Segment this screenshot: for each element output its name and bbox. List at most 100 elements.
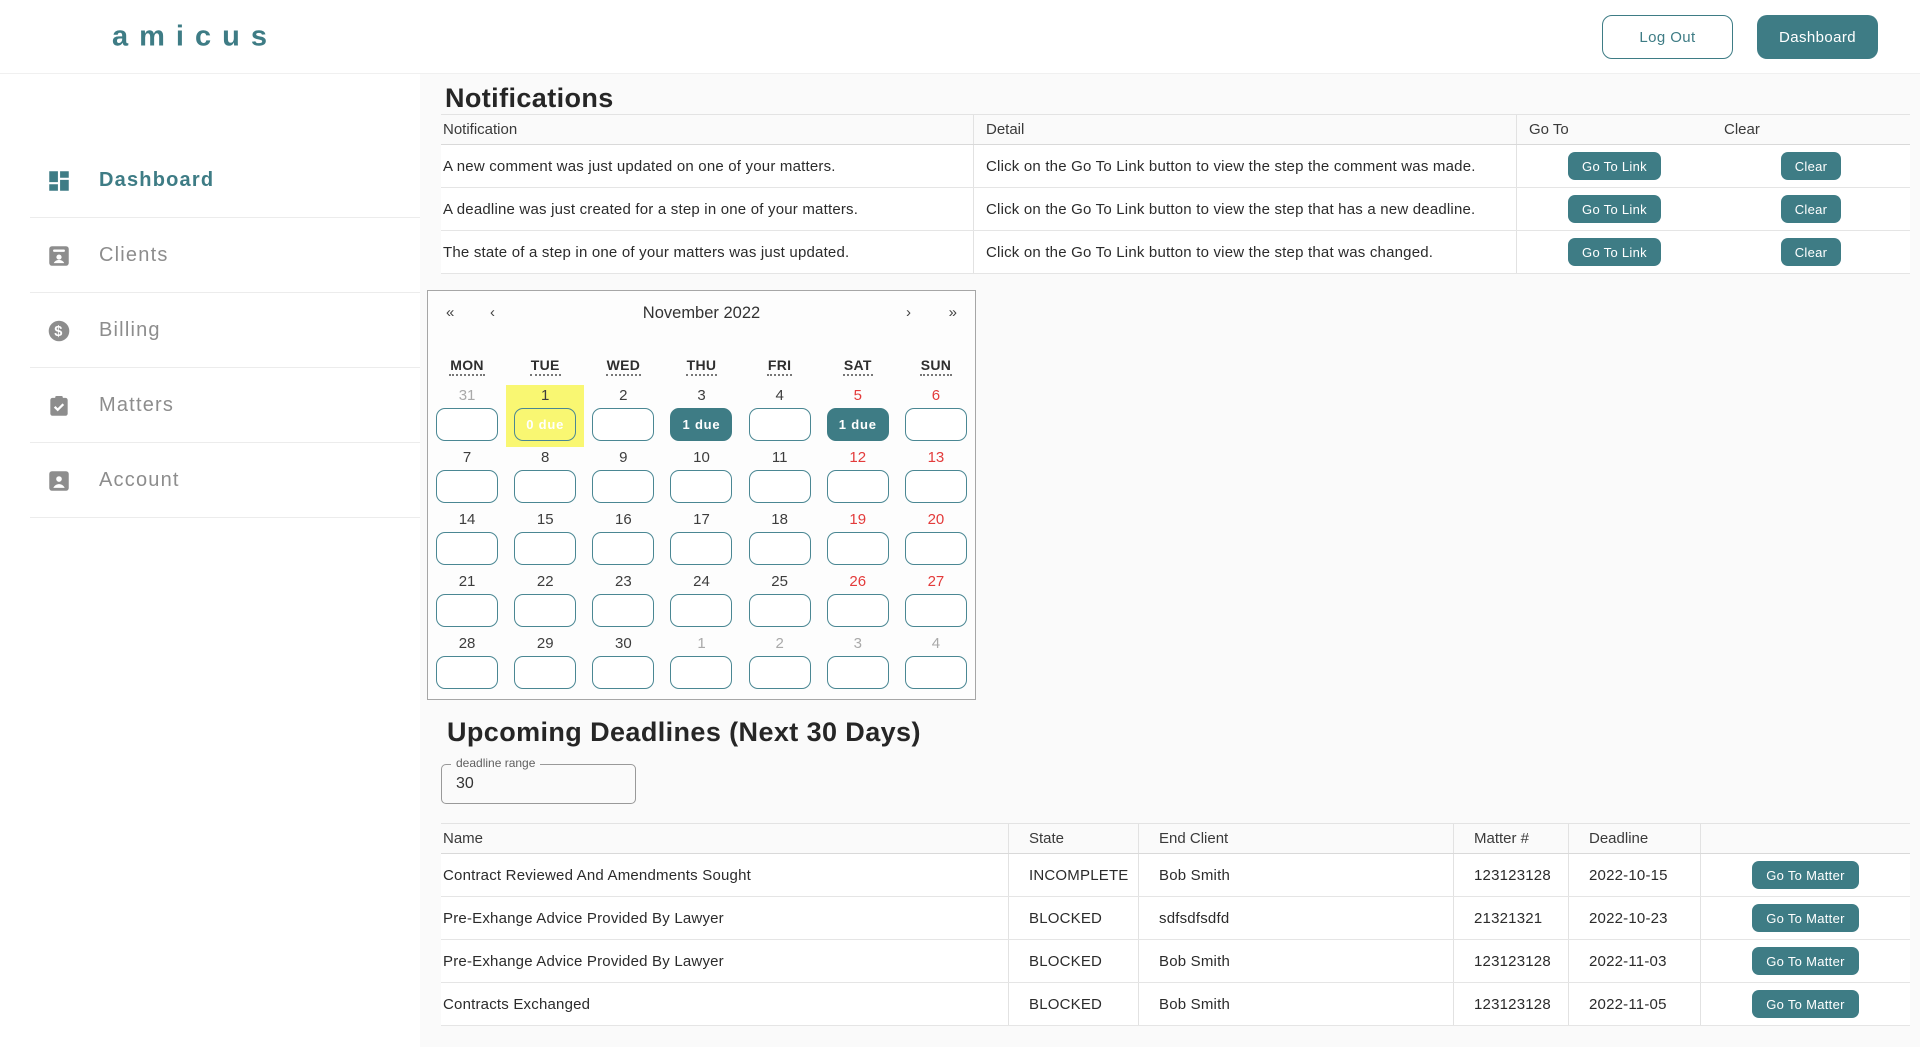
calendar-day-box[interactable] — [905, 656, 967, 689]
calendar-day-number: 3 — [854, 634, 862, 653]
deadline-range-label: deadline range — [451, 756, 540, 770]
deadline-range-input[interactable] — [441, 764, 636, 804]
sidebar-item-dashboard[interactable]: Dashboard — [0, 143, 420, 218]
calendar-day-box[interactable] — [592, 594, 654, 627]
calendar-day-box[interactable] — [592, 470, 654, 503]
calendar-day-box[interactable] — [592, 408, 654, 441]
calendar-day-number: 5 — [854, 386, 862, 405]
deadline-matter-number: 123123128 — [1453, 854, 1568, 896]
calendar-day-number: 8 — [541, 448, 549, 467]
calendar-day-box[interactable] — [905, 470, 967, 503]
sidebar-item-matters[interactable]: Matters — [0, 368, 420, 443]
calendar-day-box[interactable] — [514, 470, 576, 503]
deadline-matter-number: 123123128 — [1453, 940, 1568, 982]
calendar-day: 17 — [662, 509, 740, 571]
calendar-day-box[interactable] — [827, 470, 889, 503]
calendar-day-box[interactable] — [670, 532, 732, 565]
calendar-day-name-cell: WED — [584, 357, 662, 376]
log-out-button[interactable]: Log Out — [1602, 15, 1733, 59]
calendar-day-box[interactable] — [592, 532, 654, 565]
deadline-row: Pre-Exhange Advice Provided By LawyerBLO… — [441, 940, 1910, 983]
calendar-day-name-cell: FRI — [741, 357, 819, 376]
calendar-day-due-badge[interactable]: 1 due — [670, 408, 732, 441]
calendar-day-box[interactable] — [905, 408, 967, 441]
go-to-link-button[interactable]: Go To Link — [1568, 238, 1661, 266]
clear-cell: Clear — [1712, 188, 1910, 230]
sidebar-item-label: Account — [99, 469, 180, 492]
calendar-day-name-cell: THU — [662, 357, 740, 376]
calendar-day-box[interactable] — [670, 470, 732, 503]
notification-text: The state of a step in one of your matte… — [441, 231, 973, 273]
calendar-day-names: MONTUEWEDTHUFRISATSUN — [428, 357, 975, 376]
calendar-week-row: 3110 due231 due451 due6 — [428, 385, 975, 447]
calendar-day-box[interactable] — [749, 408, 811, 441]
column-header-detail: Detail — [973, 115, 1516, 144]
sidebar-item-billing[interactable]: $Billing — [0, 293, 420, 368]
calendar-day-box[interactable] — [827, 594, 889, 627]
column-header-clear: Clear — [1712, 115, 1910, 144]
calendar-day-box[interactable] — [436, 594, 498, 627]
calendar-day-number: 26 — [849, 572, 866, 591]
go-to-matter-button[interactable]: Go To Matter — [1752, 990, 1859, 1018]
deadline-end-client: sdfsdfsdfd — [1138, 897, 1453, 939]
go-to-link-button[interactable]: Go To Link — [1568, 152, 1661, 180]
calendar-day-box[interactable] — [670, 656, 732, 689]
calendar-day-number: 6 — [932, 386, 940, 405]
calendar-day-box[interactable] — [436, 470, 498, 503]
go-to-matter-button[interactable]: Go To Matter — [1752, 904, 1859, 932]
calendar-day-box[interactable] — [514, 594, 576, 627]
calendar-day: 31 — [428, 385, 506, 447]
calendar-day-box[interactable] — [749, 470, 811, 503]
deadline-end-client: Bob Smith — [1138, 940, 1453, 982]
sidebar-item-account[interactable]: Account — [0, 443, 420, 518]
dashboard-button[interactable]: Dashboard — [1757, 15, 1878, 59]
go-to-matter-button[interactable]: Go To Matter — [1752, 947, 1859, 975]
calendar-next-year-button[interactable]: » — [949, 304, 957, 322]
calendar-day-box[interactable] — [514, 656, 576, 689]
calendar-day-name: THU — [686, 357, 718, 376]
deadline-end-client: Bob Smith — [1138, 854, 1453, 896]
calendar-day: 7 — [428, 447, 506, 509]
deadline-range-field: deadline range — [441, 764, 636, 804]
calendar-week-row: 78910111213 — [428, 447, 975, 509]
calendar-day: 18 — [741, 509, 819, 571]
calendar-day: 26 — [819, 571, 897, 633]
calendar-day-box[interactable] — [827, 532, 889, 565]
go-to-link-button[interactable]: Go To Link — [1568, 195, 1661, 223]
go-to-matter-button[interactable]: Go To Matter — [1752, 861, 1859, 889]
deadline-matter-number: 21321321 — [1453, 897, 1568, 939]
calendar-day: 22 — [506, 571, 584, 633]
calendar-day-box[interactable] — [514, 532, 576, 565]
calendar-day-box[interactable] — [592, 656, 654, 689]
calendar-day-box[interactable] — [905, 532, 967, 565]
calendar-day-box[interactable] — [670, 594, 732, 627]
sidebar-item-clients[interactable]: Clients — [0, 218, 420, 293]
clear-button[interactable]: Clear — [1781, 152, 1842, 180]
calendar-day-box[interactable] — [749, 594, 811, 627]
calendar-next-month-button[interactable]: › — [906, 304, 911, 322]
calendar-day-number: 22 — [537, 572, 554, 591]
calendar-day-due-badge[interactable]: 1 due — [827, 408, 889, 441]
calendar-day-box[interactable] — [905, 594, 967, 627]
calendar-day: 28 — [428, 633, 506, 695]
calendar-day-box[interactable] — [436, 656, 498, 689]
calendar-day-box[interactable] — [827, 656, 889, 689]
calendar-day: 21 — [428, 571, 506, 633]
calendar-day-box[interactable] — [749, 656, 811, 689]
clear-button[interactable]: Clear — [1781, 238, 1842, 266]
calendar-day-box[interactable] — [436, 408, 498, 441]
calendar-day-number: 23 — [615, 572, 632, 591]
notification-detail: Click on the Go To Link button to view t… — [973, 145, 1516, 187]
calendar-day-name-cell: SAT — [819, 357, 897, 376]
deadline-date: 2022-11-03 — [1568, 940, 1700, 982]
calendar-day-box[interactable] — [749, 532, 811, 565]
calendar-week-row: 14151617181920 — [428, 509, 975, 571]
amicus-dashboard-page: amicus Log Out Dashboard DashboardClient… — [0, 0, 1920, 1047]
calendar-day-due-badge[interactable]: 0 due — [514, 408, 576, 441]
main-content: Notifications Notification Detail Go To … — [420, 73, 1920, 1047]
calendar-day-number: 16 — [615, 510, 632, 529]
notification-row: The state of a step in one of your matte… — [441, 231, 1910, 274]
calendar-day-number: 17 — [693, 510, 710, 529]
clear-button[interactable]: Clear — [1781, 195, 1842, 223]
calendar-day-box[interactable] — [436, 532, 498, 565]
